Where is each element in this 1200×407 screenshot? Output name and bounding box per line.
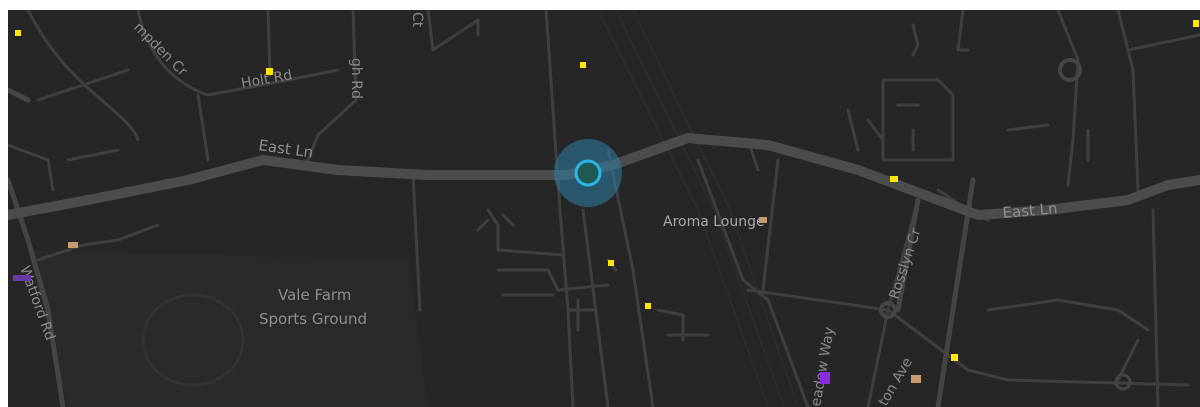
poi-marker-tan[interactable]	[911, 375, 921, 383]
poi-marker-tan[interactable]	[759, 217, 767, 223]
road-label-top-ct: Ct	[409, 12, 425, 28]
poi-marker-yellow[interactable]	[266, 68, 273, 75]
poi-marker-purple[interactable]	[820, 372, 830, 384]
place-label-aroma-lounge[interactable]: Aroma Lounge	[663, 214, 765, 230]
poi-marker-yellow[interactable]	[645, 303, 651, 309]
sports-ground-area	[28, 250, 428, 407]
map-canvas[interactable]: mpden Cr Holt Rd gh Rd Ct East Ln East L…	[8, 10, 1200, 407]
poi-marker-tan[interactable]	[68, 242, 78, 248]
poi-marker-yellow[interactable]	[580, 62, 586, 68]
road-label-top-rd: gh Rd	[348, 58, 364, 99]
poi-marker-purple[interactable]	[13, 275, 31, 281]
location-dot[interactable]	[574, 159, 602, 187]
place-label-sports-ground-line1: Vale Farm	[278, 286, 351, 304]
map-view[interactable]: mpden Cr Holt Rd gh Rd Ct East Ln East L…	[0, 0, 1200, 407]
current-location-marker[interactable]	[554, 139, 622, 207]
place-label-sports-ground-line2: Sports Ground	[259, 310, 367, 328]
poi-marker-yellow[interactable]	[951, 354, 958, 361]
poi-marker-yellow[interactable]	[890, 176, 898, 182]
poi-marker-yellow[interactable]	[1193, 20, 1199, 27]
poi-marker-yellow[interactable]	[608, 260, 614, 266]
poi-marker-yellow[interactable]	[15, 30, 21, 36]
